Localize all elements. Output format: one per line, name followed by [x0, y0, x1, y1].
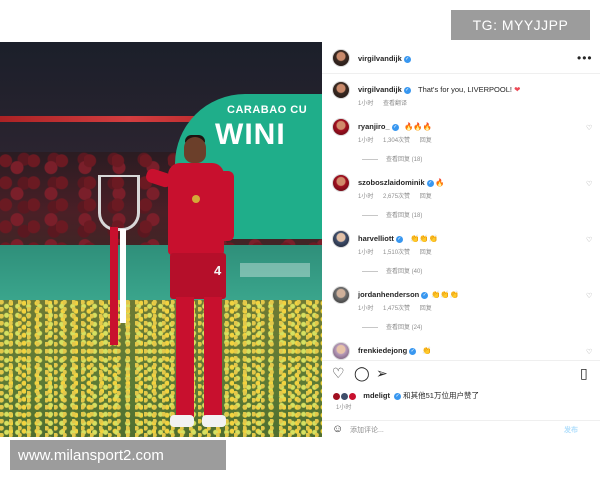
verified-icon: ✓ — [421, 291, 429, 299]
medal — [192, 195, 200, 203]
comment-avatar[interactable] — [332, 81, 350, 99]
bookmark-icon[interactable]: ▯ — [580, 365, 588, 382]
banner-small-text: CARABAO CU — [227, 104, 308, 116]
more-horizontal-icon[interactable]: ••• — [577, 51, 593, 65]
comment-meta: 1小时 2,675次赞 回复 — [358, 191, 440, 200]
player-leg-left — [176, 297, 194, 417]
comment-meta: 1小时 1,510次赞 回复 — [358, 247, 440, 256]
comment-text: 👏👏👏 — [431, 290, 460, 299]
verified-icon: ✓ — [395, 235, 403, 243]
comment-heart-icon[interactable]: ♡ — [586, 348, 592, 356]
reply-link[interactable]: 回复 — [420, 306, 432, 312]
comment-time: 1小时 — [358, 306, 374, 312]
post-action-bar: ♡ ◯ ➢ ▯ — [322, 360, 600, 382]
comment-username[interactable]: ryanjiro_ ✓ — [358, 122, 399, 131]
comment-username[interactable]: harvelliott ✓ — [358, 234, 403, 243]
player-boot-left — [170, 415, 194, 427]
trophy — [98, 175, 140, 231]
player-head — [184, 137, 206, 163]
verified-icon: ✓ — [391, 123, 399, 131]
add-comment-input[interactable]: 添加评论... — [350, 425, 384, 435]
player-shirt — [168, 163, 224, 255]
comment-avatar[interactable] — [332, 118, 350, 136]
watermark-top: TG: MYYJJPP — [451, 10, 590, 40]
player-boot-right — [202, 415, 226, 427]
comment-text: 🔥 — [435, 178, 445, 187]
post-photo[interactable]: CARABAO CU WINI 4 — [0, 42, 322, 437]
see-translation-link[interactable]: 查看翻译 — [383, 101, 407, 107]
comment-heart-icon[interactable]: ♡ — [586, 292, 592, 300]
verified-icon: ✓ — [394, 392, 402, 400]
emoji-icon[interactable]: ☺ — [332, 423, 343, 435]
comment-avatar[interactable] — [332, 342, 350, 360]
player-leg-right — [204, 297, 222, 417]
comment-text: 🔥🔥🔥 — [404, 122, 433, 131]
comment-likes[interactable]: 1,475次赞 — [383, 306, 410, 312]
comment-avatar[interactable] — [332, 286, 350, 304]
reply-link[interactable]: 回复 — [420, 250, 432, 256]
comment-heart-icon[interactable]: ♡ — [586, 180, 592, 188]
post-comment-button[interactable]: 发布 — [564, 425, 578, 435]
add-comment-bar: ☺ 添加评论... 发布 — [322, 420, 600, 437]
comment-username[interactable]: jordanhenderson ✓ — [358, 290, 429, 299]
post-header: virgilvandijk ✓ ••• — [322, 42, 600, 74]
comment-time: 1小时 — [358, 101, 374, 107]
view-replies-link[interactable]: 查看回复 (24) — [362, 322, 422, 331]
comment-avatar[interactable] — [332, 230, 350, 248]
comment-meta: 1小时 查看翻译 — [358, 98, 415, 107]
view-replies-link[interactable]: 查看回复 (40) — [362, 266, 422, 275]
comment-heart-icon[interactable]: ♡ — [586, 236, 592, 244]
comment-likes[interactable]: 2,675次赞 — [383, 194, 410, 200]
send-icon[interactable]: ➢ — [376, 365, 388, 382]
comment-username[interactable]: szoboszlaidominik ✓ — [358, 178, 434, 187]
comment-meta: 1小时 1,475次赞 回复 — [358, 303, 440, 312]
player-figure: 4 — [98, 135, 280, 437]
author-avatar[interactable] — [332, 49, 350, 67]
liker-avatar — [348, 391, 358, 401]
reply-link[interactable]: 回复 — [420, 194, 432, 200]
view-replies-link[interactable]: 查看回复 (18) — [362, 210, 422, 219]
verified-icon: ✓ — [409, 347, 417, 355]
comment-likes[interactable]: 1,304次赞 — [383, 138, 410, 144]
trophy-ribbon — [110, 227, 118, 345]
verified-icon: ✓ — [403, 55, 411, 63]
comment-username[interactable]: virgilvandijk ✓ — [358, 85, 411, 94]
post-panel: virgilvandijk ✓ ••• virgilvandijk ✓ That's… — [322, 42, 600, 437]
comment-avatar[interactable] — [332, 174, 350, 192]
comment-text: 👏👏👏 — [410, 234, 439, 243]
liker-username[interactable]: mdeligt — [363, 391, 390, 400]
view-replies-link[interactable]: 查看回复 (18) — [362, 154, 422, 163]
comment-time: 1小时 — [358, 138, 374, 144]
heart-icon[interactable]: ♡ — [332, 365, 345, 382]
verified-icon: ✓ — [403, 86, 411, 94]
post-time: 1小时 — [336, 405, 352, 411]
comment-time: 1小时 — [358, 194, 374, 200]
likes-summary[interactable]: mdeligt ✓ 和其他51万位用户赞了 — [332, 390, 479, 401]
reply-link[interactable]: 回复 — [420, 138, 432, 144]
author-username[interactable]: virgilvandijk ✓ — [358, 54, 411, 63]
comment-username[interactable]: frenkiedejong ✓ — [358, 346, 417, 355]
comment-meta: 1小时 1,304次赞 回复 — [358, 135, 440, 144]
comment-time: 1小时 — [358, 250, 374, 256]
comment-likes[interactable]: 1,510次赞 — [383, 250, 410, 256]
comment-icon[interactable]: ◯ — [354, 365, 370, 382]
comment-text: That's for you, LIVERPOOL! ❤ — [418, 85, 521, 94]
comment-heart-icon[interactable]: ♡ — [586, 124, 592, 132]
likes-count-text: 和其他51万位用户赞了 — [403, 391, 479, 400]
trophy-ribbon-white — [120, 229, 126, 323]
verified-icon: ✓ — [426, 179, 434, 187]
comment-text: 👏 — [422, 346, 432, 355]
shorts-number: 4 — [214, 263, 222, 278]
watermark-bottom: www.milansport2.com — [10, 440, 226, 470]
